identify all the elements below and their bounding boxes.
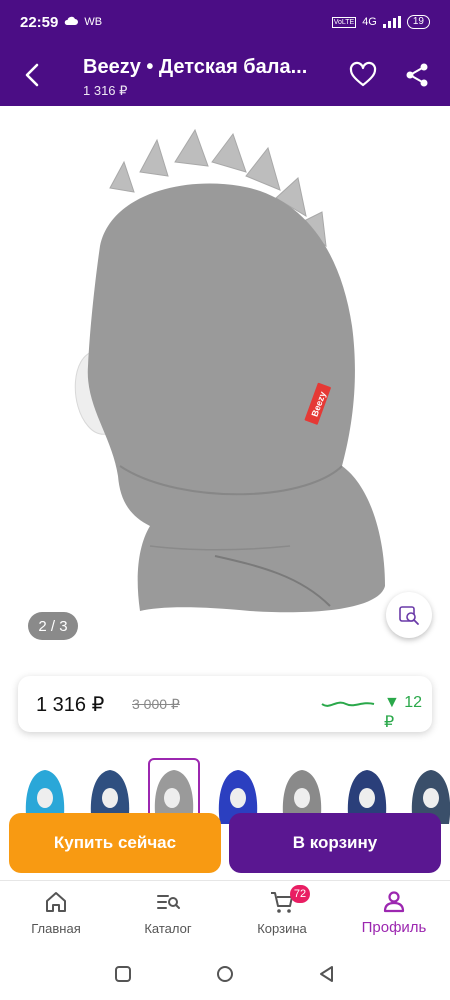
home-circle-icon[interactable]	[213, 962, 237, 986]
system-nav-bar	[0, 950, 450, 1000]
back-arrow-icon[interactable]	[18, 60, 48, 90]
nav-label-cart: Корзина	[257, 921, 307, 936]
nav-item-home[interactable]: Главная	[6, 889, 106, 945]
nav-item-profile[interactable]: Профиль	[344, 889, 444, 945]
price-card: 1 316 ₽ 3 000 ₽ ▼ 12 ₽	[18, 676, 432, 732]
heart-icon[interactable]	[348, 60, 378, 90]
nav-label-profile: Профиль	[361, 919, 427, 936]
back-triangle-icon[interactable]	[315, 962, 339, 986]
signal-icon	[382, 16, 401, 28]
cloud-icon	[64, 15, 79, 29]
status-time: 22:59	[20, 13, 59, 31]
price-change[interactable]: ▼ 12 ₽	[384, 694, 432, 732]
recents-icon[interactable]	[111, 962, 135, 986]
product-image[interactable]: Beezy	[0, 106, 450, 658]
product-title: Beezy • Детская бала...	[83, 56, 308, 78]
nav-item-catalog[interactable]: Каталог	[118, 889, 218, 945]
volte-badge: VoLTE	[331, 16, 357, 28]
app-bar: Beezy • Детская бала... 1 316 ₽	[0, 44, 450, 106]
battery-icon: 19	[406, 15, 430, 29]
visual-search-icon[interactable]	[386, 592, 432, 638]
catalog-search-icon	[155, 889, 181, 915]
gallery-page-indicator: 2 / 3	[28, 612, 78, 640]
nav-label-catalog: Каталог	[144, 921, 192, 936]
old-price: 3 000 ₽	[132, 696, 180, 712]
carrier-label: WB	[84, 16, 103, 28]
buy-now-button[interactable]: Купить сейчас	[9, 813, 221, 873]
add-to-cart-button[interactable]: В корзину	[229, 813, 441, 873]
current-price: 1 316 ₽	[36, 694, 105, 716]
nav-label-home: Главная	[31, 921, 81, 936]
network-label: 4G	[362, 16, 377, 28]
cart-count-badge: 72	[290, 885, 310, 903]
nav-item-cart[interactable]: 72 Корзина	[232, 885, 332, 945]
price-trend-icon[interactable]	[320, 696, 376, 712]
home-icon	[43, 889, 69, 915]
profile-icon	[381, 889, 407, 915]
product-price-subtitle: 1 316 ₽	[83, 83, 128, 98]
bottom-nav: Главная Каталог 72 Корзина Профиль	[0, 880, 450, 948]
share-icon[interactable]	[402, 60, 432, 90]
status-bar: 22:59 WB VoLTE 4G 19	[0, 0, 450, 44]
